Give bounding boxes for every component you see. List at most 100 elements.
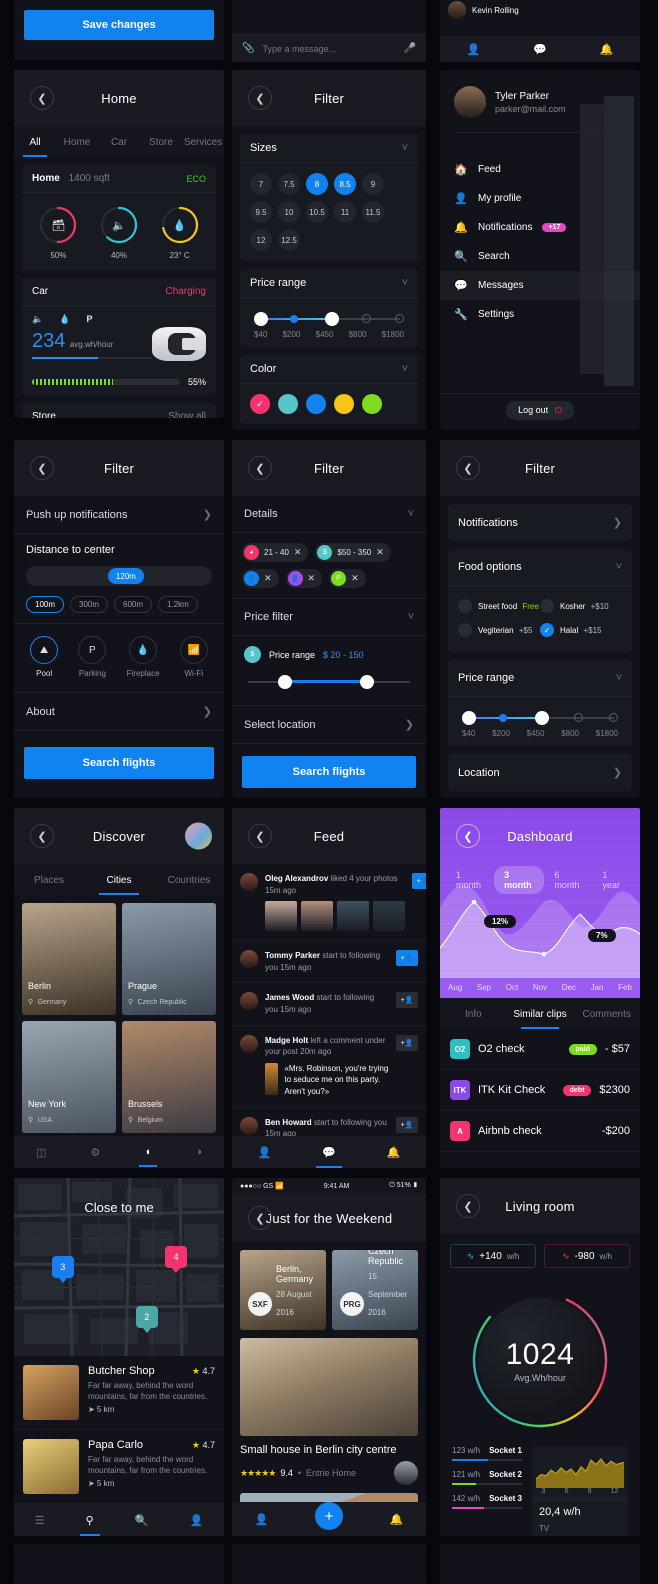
radio-icon[interactable] xyxy=(540,599,554,613)
slider-knob-max[interactable] xyxy=(359,675,374,689)
add-person-icon[interactable]: +👤 xyxy=(396,950,418,967)
tab-car[interactable]: Car xyxy=(98,126,140,157)
color-header[interactable]: Color ˅ xyxy=(240,355,418,384)
close-icon[interactable]: ✕ xyxy=(264,573,272,584)
amenity-fireplace[interactable]: 💧 Fireplace xyxy=(127,636,160,678)
close-icon[interactable]: ✕ xyxy=(376,547,384,558)
socket-row[interactable]: 142 w/h Socket 3 xyxy=(452,1494,522,1509)
avatar[interactable] xyxy=(394,1461,418,1485)
scrollbar[interactable] xyxy=(604,96,634,386)
filter-tag[interactable]: 👤 ✕ xyxy=(285,569,323,588)
food-option[interactable]: Street food Free xyxy=(458,594,540,618)
size-chip[interactable]: 12.5 xyxy=(278,229,300,251)
chevron-down-icon[interactable]: ˅ xyxy=(402,142,408,154)
socket-row[interactable]: 123 w/h Socket 1 xyxy=(452,1446,522,1461)
tab-comments[interactable]: Comments xyxy=(573,998,640,1029)
tab-all[interactable]: All xyxy=(14,126,56,157)
close-icon[interactable]: ✕ xyxy=(351,573,359,584)
messages-icon[interactable]: 💬 xyxy=(316,1146,342,1168)
brightness-icon[interactable]: ◑ xyxy=(195,1146,202,1158)
distance-pills[interactable]: 100m 300m 600m 1.2km xyxy=(14,594,224,623)
car-icons[interactable]: 🔈 💧 P xyxy=(22,306,216,327)
back-button[interactable]: ❮ xyxy=(456,824,480,848)
details-header[interactable]: Details ˅ xyxy=(232,496,426,533)
profile-icon[interactable]: 👤 xyxy=(190,1514,204,1527)
house-rings[interactable]: 🗃 50% 🔈 40% 💧 23° C xyxy=(22,193,216,270)
volume-icon[interactable]: 🔈 xyxy=(32,314,43,325)
profile-icon[interactable]: 👤 xyxy=(257,1146,271,1159)
push-notifications-row[interactable]: Push up notifications ❯ xyxy=(14,496,224,534)
trip-card[interactable]: SXF Berlin, Germany 28 August 2016 xyxy=(240,1250,326,1330)
distance-pill[interactable]: 600m xyxy=(114,596,153,613)
city-grid[interactable]: Berlin ⚲ Germany Prague ⚲ Czech Republic… xyxy=(14,895,224,1141)
map-pin[interactable]: 4 xyxy=(165,1245,188,1273)
transaction-list[interactable]: O2 O2 check paid - $57 ITK ITK Kit Check… xyxy=(440,1029,640,1152)
transaction-row[interactable]: ITK ITK Kit Check debt $2300 xyxy=(440,1070,640,1111)
price-range-header[interactable]: Price range ˅ xyxy=(240,269,418,298)
bottom-nav[interactable]: ◫ ⚙ ◖ ◑ xyxy=(14,1136,224,1168)
select-location-row[interactable]: Select location ❯ xyxy=(232,706,426,744)
back-button[interactable]: ❮ xyxy=(30,456,54,480)
size-chip[interactable]: 10.5 xyxy=(306,201,328,223)
location-row[interactable]: Location ❯ xyxy=(448,754,632,791)
back-button[interactable]: ❮ xyxy=(456,1194,480,1218)
energy-stat[interactable]: ∿ -980 w/h xyxy=(544,1244,630,1268)
size-chip[interactable]: 9 xyxy=(362,173,384,195)
back-button[interactable]: ❮ xyxy=(248,456,272,480)
bottom-nav[interactable]: ☰ ⚲ 🔍 👤 xyxy=(14,1504,224,1536)
place-list[interactable]: Butcher Shop ★ 4.7 Far far away, behind … xyxy=(14,1356,224,1504)
size-chip[interactable]: 11.5 xyxy=(362,201,384,223)
chevron-right-icon[interactable]: ❯ xyxy=(613,766,622,779)
wifi-icon[interactable]: 📶 xyxy=(179,636,208,664)
avatar[interactable] xyxy=(240,1034,258,1053)
size-chip[interactable]: 7 xyxy=(250,173,272,195)
tab-countries[interactable]: Countries xyxy=(154,864,224,895)
grid-icon[interactable]: ◫ xyxy=(36,1146,46,1159)
tab-services[interactable]: Services xyxy=(182,126,224,157)
back-button[interactable]: ❮ xyxy=(248,86,272,110)
ring-volume-icon[interactable]: 🔈 40% xyxy=(99,205,139,260)
slider-tick[interactable] xyxy=(574,713,584,722)
filter-tag[interactable]: $ $50 - 350 ✕ xyxy=(315,543,391,562)
search-flights-button[interactable]: Search flights xyxy=(242,756,416,788)
price-slider[interactable]: $40 $200 $450 $800 $1800 xyxy=(240,298,418,347)
back-button[interactable]: ❮ xyxy=(30,824,54,848)
color-swatch[interactable] xyxy=(306,394,326,414)
socket-list[interactable]: 123 w/h Socket 1 121 w/h Socket 2 142 w/… xyxy=(452,1446,522,1536)
notifications-row[interactable]: Notifications ❯ xyxy=(448,504,632,541)
bell-icon[interactable]: 🔔 xyxy=(390,1513,404,1526)
avatar[interactable] xyxy=(185,822,212,850)
ring-flame-icon[interactable]: 💧 23° C xyxy=(160,205,200,260)
slider-tick[interactable] xyxy=(609,713,618,722)
message-input[interactable]: Type a message... xyxy=(262,44,395,54)
avatar[interactable] xyxy=(240,992,258,1011)
about-row[interactable]: About ❯ xyxy=(14,693,224,731)
flame-icon[interactable]: 💧 xyxy=(129,636,158,664)
logout-button[interactable]: Log out ⏻ xyxy=(506,401,574,420)
bottom-nav[interactable]: 👤 💬 🔔 xyxy=(440,36,640,62)
feed-thumb[interactable] xyxy=(337,901,369,932)
trip-card[interactable]: PRG Prague, Czech Republic 15 September … xyxy=(332,1250,418,1330)
back-button[interactable]: ❮ xyxy=(456,456,480,480)
contrast-icon[interactable]: ◖ xyxy=(138,1146,157,1167)
slider-knob-max[interactable] xyxy=(535,711,550,725)
add-button[interactable]: + xyxy=(315,1502,343,1530)
chevron-down-icon[interactable]: ˅ xyxy=(408,508,414,520)
paint-icon[interactable]: ⚙ xyxy=(91,1146,101,1159)
tab-store[interactable]: Store xyxy=(140,126,182,157)
amenities-section[interactable]: ⛰ Pool P Parking 💧 Fireplace 📶 Wi-Fi xyxy=(14,624,224,693)
profile-icon[interactable]: 👤 xyxy=(255,1513,269,1526)
color-swatches[interactable]: ✓ xyxy=(240,384,418,424)
size-chip[interactable]: 8.5 xyxy=(334,173,356,195)
slider-knob-min[interactable] xyxy=(254,312,268,326)
energy-stats[interactable]: ∿ +140 w/h ∿ -980 w/h xyxy=(440,1234,640,1278)
radio-icon[interactable] xyxy=(458,599,472,613)
feed-thumb[interactable] xyxy=(265,901,297,932)
chevron-right-icon[interactable]: ❯ xyxy=(203,508,212,521)
add-person-icon[interactable]: +👤 xyxy=(396,992,418,1009)
avatar[interactable] xyxy=(240,1116,258,1135)
tab-places[interactable]: Places xyxy=(14,864,84,895)
feed-item[interactable]: Oleg Alexandrov liked 4 your photos 15m … xyxy=(232,864,426,942)
price-slider[interactable]: $40 $200 $450 $800 $1800 xyxy=(448,697,632,746)
tab-cities[interactable]: Cities xyxy=(84,864,154,895)
